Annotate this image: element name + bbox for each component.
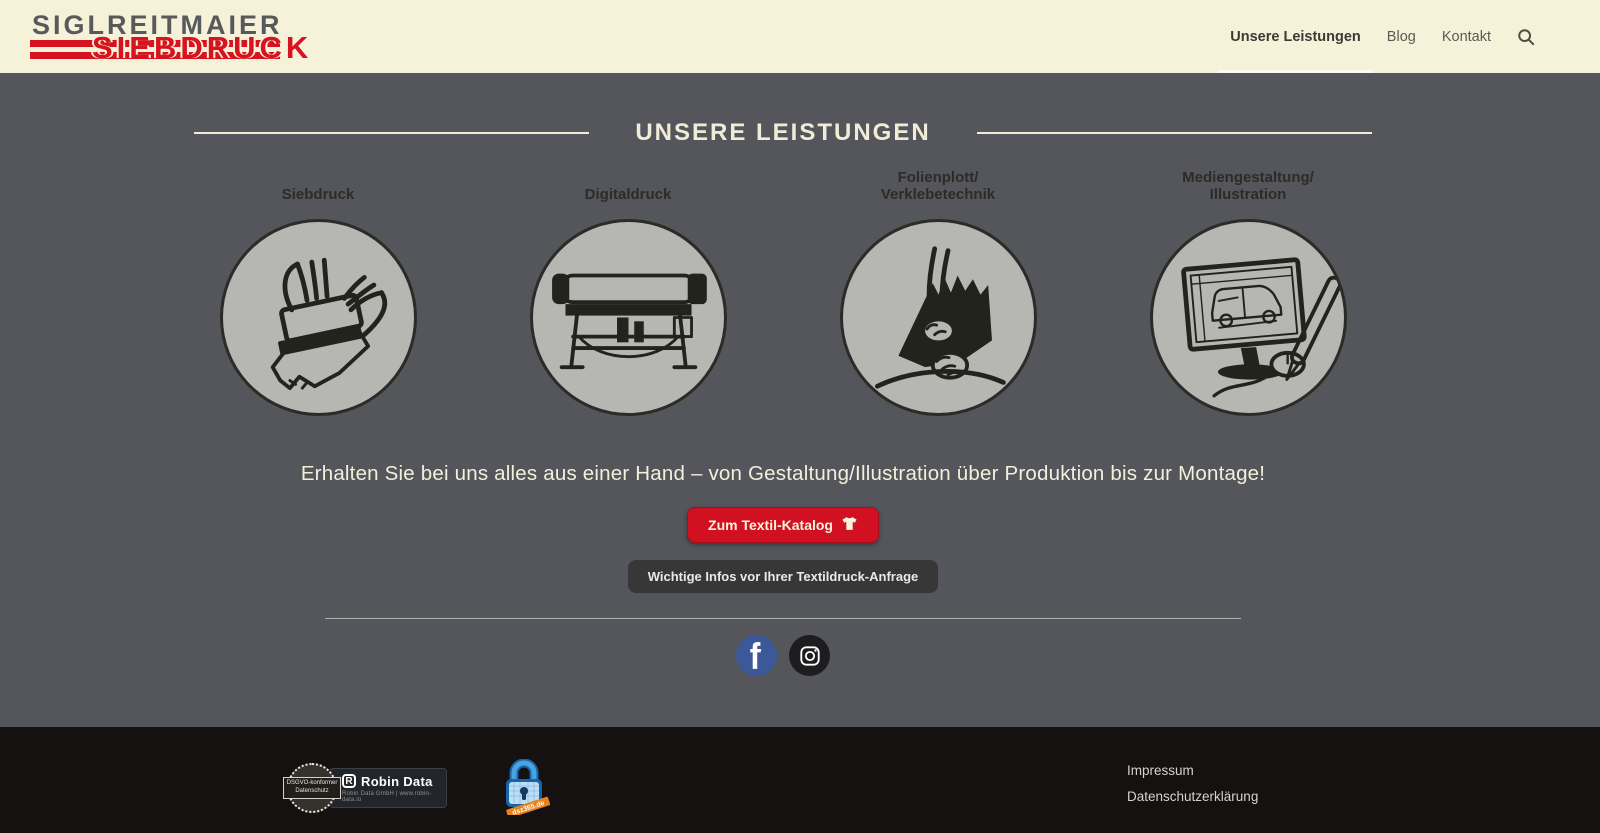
logo-text-bottom: SIEBDRUCK — [92, 29, 313, 65]
footer-links: Impressum Datenschutzerklärung — [1127, 763, 1258, 815]
section-title-row: UNSERE LEISTUNGEN — [163, 73, 1403, 147]
impressum-link[interactable]: Impressum — [1127, 763, 1258, 778]
service-mediengestaltung: Mediengestaltung/ Illustration — [1093, 161, 1403, 416]
robin-data-logo-icon: R — [342, 774, 356, 788]
site-logo[interactable]: SIGLREITMAIER SIEBDRUCK — [30, 8, 330, 66]
robin-data-brand: Robin Data — [361, 773, 433, 789]
screenprint-squeegee-illustration — [219, 219, 417, 416]
large-format-printer-illustration — [529, 219, 727, 416]
monitor-design-illustration — [1149, 219, 1347, 416]
content-divider — [325, 618, 1241, 619]
service-digitaldruck: Digitaldruck — [473, 161, 783, 416]
nav-item-kontakt[interactable]: Kontakt — [1440, 0, 1493, 73]
nav-item-blog[interactable]: Blog — [1385, 0, 1418, 73]
title-divider-left — [194, 132, 590, 134]
instagram-icon[interactable] — [789, 635, 830, 676]
robin-data-badge[interactable]: DSGVO-konformer Datenschutz R Robin Data… — [282, 763, 447, 813]
service-siebdruck: Siebdruck — [163, 161, 473, 416]
catalog-button-label: Zum Textil-Katalog — [708, 517, 833, 533]
search-icon[interactable] — [1517, 28, 1535, 46]
datenschutz-link[interactable]: Datenschutzerklärung — [1127, 789, 1258, 804]
dsgvo-seal-icon: DSGVO-konformer Datenschutz — [282, 763, 342, 813]
service-title: Digitaldruck — [584, 185, 672, 203]
textildruck-info-button[interactable]: Wichtige Infos vor Ihrer Textildruck-Anf… — [627, 560, 939, 593]
service-folienplott: Folienplott/ Verklebetechnik — [783, 161, 1093, 416]
robin-data-panel: R Robin Data Robin Data GmbH | www.robin… — [329, 768, 447, 808]
tagline: Erhalten Sie bei uns alles aus einer Han… — [300, 462, 1266, 485]
social-links — [163, 635, 1403, 676]
facebook-icon[interactable] — [736, 635, 777, 676]
page-title: UNSERE LEISTUNGEN — [635, 119, 931, 146]
tshirt-icon — [841, 516, 858, 534]
textil-katalog-button[interactable]: Zum Textil-Katalog — [687, 507, 879, 543]
services-row: Siebdruck Digitaldruck Folienplott/ Verk… — [163, 161, 1403, 416]
foil-application-illustration — [839, 219, 1037, 416]
nav-item-unsere-leistungen[interactable]: Unsere Leistungen — [1218, 0, 1373, 73]
site-header: SIGLREITMAIER SIEBDRUCK Unsere Leistunge… — [0, 0, 1600, 73]
service-title: Mediengestaltung/ Illustration — [1182, 169, 1314, 203]
site-footer: DSGVO-konformer Datenschutz R Robin Data… — [0, 727, 1600, 833]
dsz365-lock-badge[interactable]: dsz365.de — [498, 758, 551, 820]
service-title: Siebdruck — [281, 185, 355, 203]
title-divider-right — [976, 132, 1372, 134]
robin-data-subtext: Robin Data GmbH | www.robin-data.io — [342, 790, 432, 803]
service-title: Folienplott/ Verklebetechnik — [880, 169, 996, 203]
main-nav: Unsere Leistungen Blog Kontakt — [1218, 0, 1535, 73]
main-content: UNSERE LEISTUNGEN Siebdruck Digitaldruck… — [0, 73, 1600, 727]
